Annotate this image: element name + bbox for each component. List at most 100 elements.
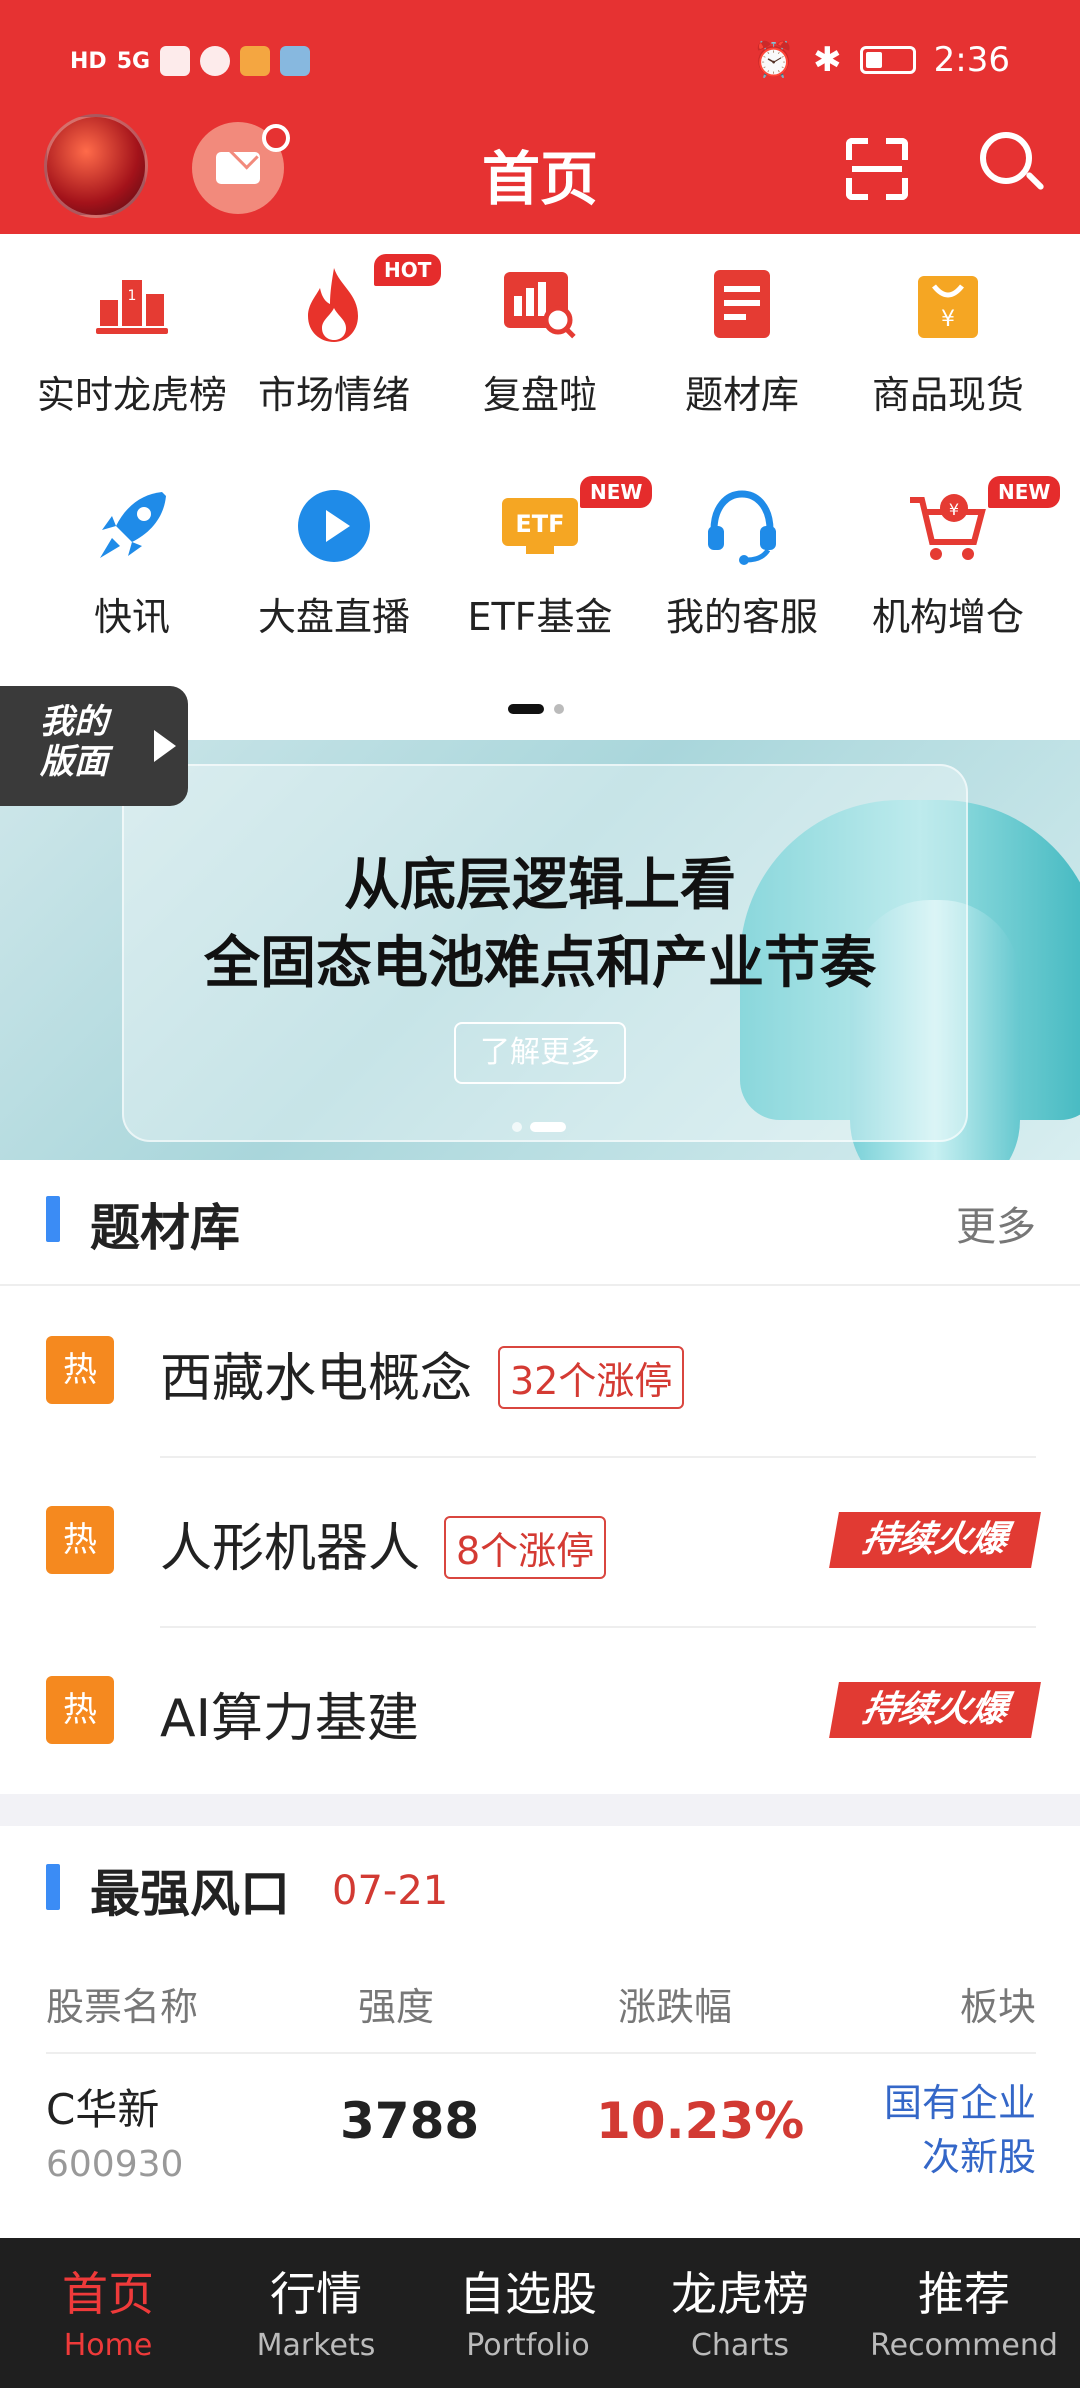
divider [160,1456,1036,1458]
hot-badge: 热 [46,1676,114,1744]
tab-sublabel: Recommend [870,2328,1058,2363]
app-notification-icon [240,46,271,76]
grid-item-review[interactable]: 复盘啦 [432,234,648,434]
weather-notification-icon [280,46,311,76]
grid-item-label: 大盘直播 [257,595,410,639]
chat-notification-icon [200,46,231,76]
cart-icon: ¥ [910,494,986,560]
grid-item-label: 实时龙虎榜 [36,373,227,417]
tab-label: 推荐 [918,2267,1010,2321]
change-percent: 10.23% [596,2092,805,2150]
clock: 2:36 [933,40,1010,80]
grid-item-flash-news[interactable]: 快讯 [24,456,240,656]
status-left: HD 5G [70,46,311,76]
page-title: 首页 [481,145,598,213]
column-header-name[interactable]: 股票名称 [46,1976,198,2031]
tab-label: 自选股 [459,2267,597,2321]
page-dot-active [508,704,544,714]
hd-indicator: HD [70,48,107,74]
grid-item-customer-service[interactable]: 我的客服 [634,456,850,656]
scan-icon[interactable] [846,138,908,200]
svg-text:1: 1 [128,288,137,304]
document-icon [714,270,770,338]
tab-label: 行情 [270,2267,362,2321]
status-right: ⏰ ✱ 2:36 [753,40,1010,80]
grid-item-label: 商品现货 [871,373,1024,417]
sector-tags[interactable]: 国有企业 次新股 [884,2076,1036,2184]
section-title: 最强风口 [90,1865,290,1923]
more-link[interactable]: 更多 [956,1194,1036,1252]
page-dot [554,704,564,714]
tab-charts[interactable]: 龙虎榜 Charts [632,2238,848,2388]
stock-code: 600930 [46,2144,184,2185]
grid-item-market-sentiment[interactable]: 市场情绪 HOT [226,234,442,434]
grid-item-institutional-increase[interactable]: ¥ 机构增仓 NEW [840,456,1061,656]
grid-item-topic-library[interactable]: 题材库 [634,234,850,434]
svg-text:¥: ¥ [941,307,955,332]
chart-magnifier-icon [504,272,576,339]
limit-up-count: 8个涨停 [444,1516,607,1579]
bottom-tab-bar: 首页 Home 行情 Markets 自选股 Portfolio 龙虎榜 Cha… [0,2238,1080,2388]
grid-item-label: 复盘啦 [482,373,597,417]
topic-name: 西藏水电概念 [160,1349,473,1409]
strength-value: 3788 [340,2092,480,2150]
grid-item-label: 题材库 [684,373,799,417]
topic-library-section: 题材库 更多 热 西藏水电概念 32个涨停 热 人形机器人 8个涨停 持续火爆 … [0,1160,1080,1794]
column-header-change[interactable]: 涨跌幅 [618,1976,732,2031]
grid-item-label: 快讯 [93,595,170,639]
grid-item-label: 市场情绪 [257,373,410,417]
column-header-sector[interactable]: 板块 [960,1976,1036,2031]
my-panel-tab[interactable]: 我的 版面 [0,686,188,806]
shopping-bag-icon: ¥ [918,276,978,338]
grid-item-market-live[interactable]: 大盘直播 [226,456,442,656]
banner-headline: 从底层逻辑上看 [344,853,736,918]
rocket-icon [100,492,166,558]
grid-item-label: ETF基金 [467,595,613,639]
app-header: HD 5G ⏰ ✱ 2:36 首页 [0,0,1080,234]
play-icon [298,490,370,562]
trending-tag: 持续火爆 [829,1512,1041,1568]
tab-recommend[interactable]: 推荐 Recommend [856,2238,1072,2388]
section-title: 题材库 [90,1199,240,1257]
tab-sublabel: Charts [690,2328,790,2363]
learn-more-button[interactable]: 了解更多 [454,1022,626,1084]
tab-sublabel: Home [63,2328,153,2363]
grid-item-label: 我的客服 [665,595,818,639]
hot-badge: 热 [46,1506,114,1574]
tab-portfolio[interactable]: 自选股 Portfolio [420,2238,636,2388]
section-accent-bar [46,1864,60,1910]
hot-badge: 热 [46,1336,114,1404]
bluetooth-icon: ✱ [813,40,842,80]
topic-name: 人形机器人 [160,1519,421,1579]
new-badge: NEW [988,476,1061,508]
grid-page-indicator [508,704,564,714]
tab-label: 龙虎榜 [671,2267,809,2321]
grid-item-realtime-dragon-tiger[interactable]: 1 实时龙虎榜 [24,234,240,434]
tab-markets[interactable]: 行情 Markets [208,2238,424,2388]
tab-home[interactable]: 首页 Home [0,2238,216,2388]
grid-item-commodity-spot[interactable]: ¥ 商品现货 [840,234,1056,434]
column-header-strength[interactable]: 强度 [358,1976,434,2031]
alarm-icon: ⏰ [752,40,796,80]
divider [46,2052,1036,2054]
limit-up-count: 32个涨停 [498,1346,685,1409]
quick-access-grid: 1 实时龙虎榜 市场情绪 HOT 复盘啦 题材库 ¥ 商品现货 快讯 大盘直播 … [0,234,1080,744]
etf-icon: ETF [502,498,578,554]
podium-icon: 1 [96,280,168,334]
banner-dot-active [530,1122,566,1132]
svg-text:¥: ¥ [949,500,959,519]
tab-sublabel: Portfolio [466,2328,590,2363]
status-bar: HD 5G ⏰ ✱ 2:36 [0,0,1080,120]
flame-icon [308,268,358,342]
sector-tag: 次新股 [921,2135,1036,2179]
network-indicator: 5G [116,48,151,74]
divider [160,1626,1036,1628]
grid-item-etf-fund[interactable]: ETF ETF基金 NEW [432,456,653,656]
banner-dot [512,1122,522,1132]
app-notification-icon [160,46,191,76]
topic-name: AI算力基建 [160,1689,419,1749]
trending-tag: 持续火爆 [829,1682,1041,1738]
search-icon[interactable] [980,132,1045,196]
stock-name: C华新 [46,2085,160,2134]
headset-icon [708,490,776,565]
